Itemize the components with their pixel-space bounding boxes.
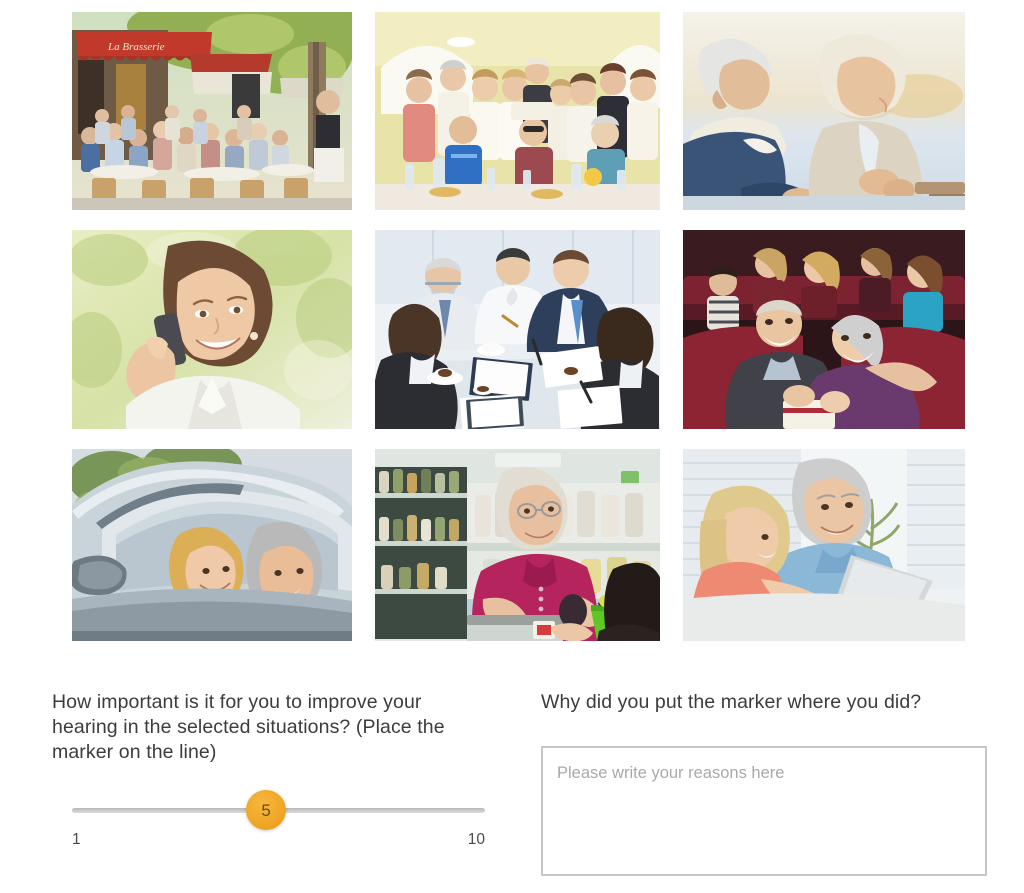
situation-image-laptop-with-grandchild[interactable]: Grandfather and granddaughter looking at…: [683, 449, 965, 641]
importance-slider[interactable]: 5 1 10: [72, 790, 485, 850]
importance-question-label: How important is it for you to improve y…: [52, 691, 445, 763]
slider-scale: 1 10: [72, 831, 485, 853]
situation-image-cinema-audience[interactable]: Couple laughing in a cinema audience wit…: [683, 230, 965, 429]
situation-image-business-meeting[interactable]: Business people in a meeting around a co…: [375, 230, 660, 429]
slider-thumb[interactable]: 5: [246, 790, 287, 830]
importance-question-panel: How important is it for you to improve y…: [52, 690, 504, 848]
situation-image-elderly-couple-conversation[interactable]: Elderly man and woman talking to each ot…: [683, 12, 965, 210]
reason-textarea-box[interactable]: [541, 746, 987, 876]
reason-question-panel: Why did you put the marker where you did…: [541, 690, 987, 876]
situation-image-grid: La Brasserie: [72, 12, 965, 641]
situation-image-phone-call[interactable]: Smiling mature woman talking on a mobile…: [72, 230, 352, 429]
situation-image-in-car-conversation[interactable]: Smiling couple sitting inside a car: [72, 449, 352, 641]
question-area: How important is it for you to improve y…: [0, 690, 1024, 893]
situation-image-family-gathering[interactable]: Large family group posing together aroun…: [375, 12, 660, 210]
slider-max-label: 10: [467, 831, 485, 848]
situation-image-cafe-terrace[interactable]: La Brasserie: [72, 12, 352, 210]
situation-image-supermarket-checkout[interactable]: Woman at a supermarket checkout handing …: [375, 449, 660, 641]
slider-value-label: 5: [261, 800, 271, 820]
reason-question-label: Why did you put the marker where you did…: [541, 691, 922, 713]
slider-min-label: 1: [72, 831, 81, 848]
reason-textarea[interactable]: [543, 748, 985, 874]
svg-text:La Brasserie: La Brasserie: [107, 41, 165, 53]
